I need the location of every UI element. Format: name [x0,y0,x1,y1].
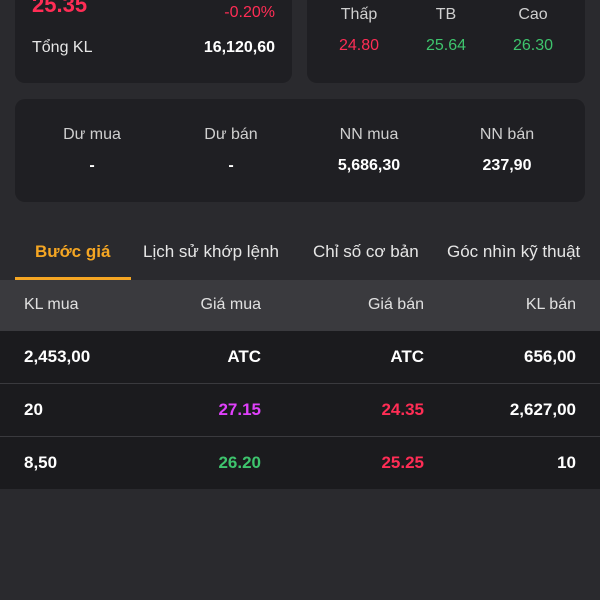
total-volume-label: Tổng KL [32,39,93,56]
price-change-percent: -0.20% [224,4,275,21]
stat-ask-surplus: Dư bán - [161,124,301,176]
tab-fundamentals[interactable]: Chỉ số cơ bản [313,242,419,262]
stat-label: NN bán [479,126,535,143]
bid-price: 26.20 [218,453,261,472]
total-volume-value: 16,120,60 [203,39,275,56]
table-header: KL mua Giá mua Giá bán KL bán [0,280,600,330]
tab-price-steps[interactable]: Bước giá [35,242,110,262]
table-row[interactable]: 8,50 26.20 25.25 10 [0,436,600,489]
stat-foreign-sell: NN bán 237,90 [437,124,577,176]
stat-label: Dư bán [204,126,258,143]
bid-volume: 8,50 [24,453,58,472]
ask-volume: 656,00 [524,347,576,366]
ask-volume: 10 [557,453,576,472]
low-price-value: 24.80 [338,37,380,54]
price-summary-card: 25.35 -0.20% Tổng KL 16,120,60 [15,0,292,83]
avg-price-column: TB 25.64 [401,4,491,56]
avg-price-value: 25.64 [425,37,467,54]
stat-label: Dư mua [63,126,121,143]
stat-value: - [228,157,234,174]
market-stats-card: Dư mua - Dư bán - NN mua 5,686,30 NN bán… [15,99,585,202]
header-bid-volume: KL mua [24,296,79,313]
detail-tabs: Bước giá Lịch sử khớp lệnh Chỉ số cơ bản… [0,230,600,280]
bid-price: 27.15 [218,400,261,419]
header-ask-volume: KL bán [525,296,576,313]
tab-technical-view[interactable]: Góc nhìn kỹ thuật [447,242,580,262]
stat-foreign-buy: NN mua 5,686,30 [299,124,439,176]
current-price: 25.35 [32,0,88,17]
table-row[interactable]: 20 27.15 24.35 2,627,00 [0,383,600,436]
high-price-column: Cao 26.30 [488,4,578,56]
bid-volume: 20 [24,400,43,419]
low-price-column: Thấp 24.80 [314,4,404,56]
low-price-label: Thấp [340,6,378,23]
stat-value: 237,90 [482,157,532,174]
ask-price: 24.35 [381,400,424,419]
header-ask-price: Giá bán [367,296,424,313]
bid-price: ATC [227,347,261,366]
table-row[interactable]: 2,453,00 ATC ATC 656,00 [0,330,600,383]
ask-price: 25.25 [381,453,424,472]
order-book-table: KL mua Giá mua Giá bán KL bán 2,453,00 A… [0,280,600,489]
stat-value: 5,686,30 [337,157,401,174]
stat-value: - [89,157,95,174]
price-range-card: Thấp 24.80 TB 25.64 Cao 26.30 [307,0,585,83]
avg-price-label: TB [435,6,457,23]
high-price-label: Cao [518,6,548,23]
stat-bid-surplus: Dư mua - [22,124,162,176]
stock-detail-screen: 25.35 -0.20% Tổng KL 16,120,60 Thấp 24.8… [0,0,600,600]
bid-volume: 2,453,00 [24,347,91,366]
ask-price: ATC [390,347,424,366]
ask-volume: 2,627,00 [509,400,576,419]
tab-match-history[interactable]: Lịch sử khớp lệnh [143,242,279,262]
stat-label: NN mua [339,126,399,143]
header-bid-price: Giá mua [200,296,261,313]
high-price-value: 26.30 [512,37,554,54]
